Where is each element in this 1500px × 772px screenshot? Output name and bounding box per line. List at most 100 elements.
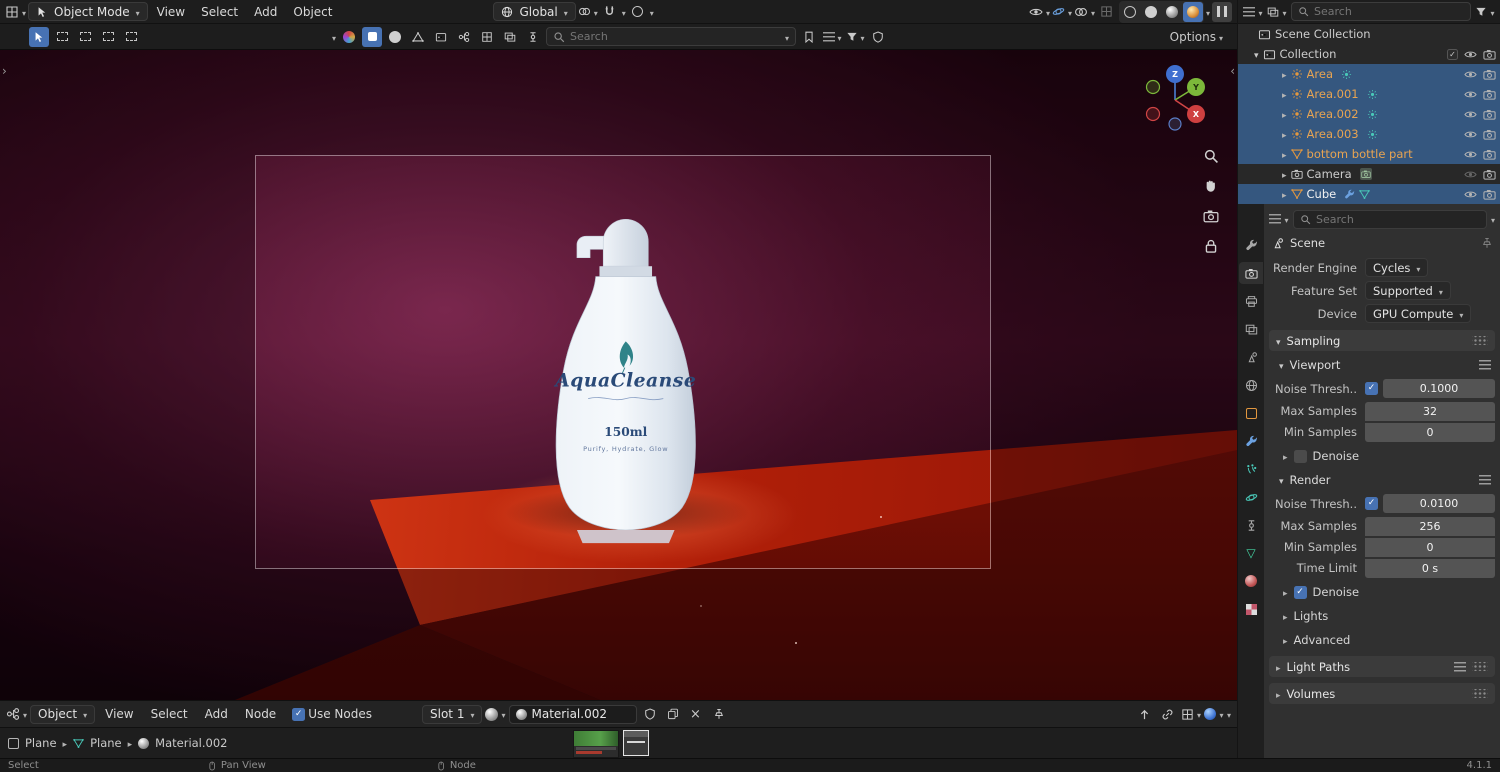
snap-vertex-button[interactable] [408, 27, 428, 47]
select-box-extend-button[interactable] [75, 27, 95, 47]
disable-render-icon[interactable] [1483, 148, 1496, 161]
proportional-settings-chevron[interactable] [650, 5, 654, 19]
select-box-new-button[interactable] [52, 27, 72, 47]
hide-eye-icon[interactable] [1464, 88, 1477, 101]
device-select[interactable]: GPU Compute [1365, 304, 1472, 323]
outliner-search-input[interactable] [1314, 5, 1464, 18]
mesh-data-icon[interactable] [1359, 189, 1370, 200]
object-name[interactable]: Collection [1280, 47, 1337, 61]
search-input[interactable] [570, 30, 780, 43]
disable-render-icon[interactable] [1483, 48, 1496, 61]
tab-material[interactable] [1239, 570, 1263, 592]
shading-settings-chevron[interactable] [1206, 5, 1210, 19]
product-bottle[interactable]: AquaCleanse 150ml Purify, Hydrate, Glow [524, 208, 720, 546]
menu-view[interactable]: View [150, 3, 192, 21]
tab-object[interactable] [1239, 402, 1263, 424]
select-box-subtract-button[interactable] [98, 27, 118, 47]
tab-output[interactable] [1239, 290, 1263, 312]
hide-eye-icon[interactable] [1464, 48, 1477, 61]
texture-slots-button[interactable] [500, 27, 520, 47]
tab-constraints[interactable] [1239, 514, 1263, 536]
menu-object[interactable]: Object [286, 3, 339, 21]
axis-neg-y[interactable] [1145, 79, 1161, 95]
advanced-subpanel-row[interactable]: Advanced [1269, 630, 1495, 650]
light-data-icon[interactable] [1341, 69, 1352, 80]
outliner-row-area-003[interactable]: Area.003 [1238, 124, 1500, 144]
outliner-filter-button[interactable] [1475, 2, 1495, 22]
denoise-checkbox[interactable] [1293, 449, 1307, 463]
hide-eye-icon[interactable] [1464, 108, 1477, 121]
drag-grip-icon[interactable] [1472, 662, 1488, 671]
outliner-row-area-001[interactable]: Area.001 [1238, 84, 1500, 104]
shader-editor-canvas[interactable]: Plane Plane Material.002 [0, 728, 1237, 758]
gizmos-toggle[interactable] [1052, 2, 1072, 22]
shader-node-selected[interactable] [623, 730, 649, 756]
browse-material-button[interactable] [485, 704, 505, 724]
outliner-row-area-002[interactable]: Area.002 [1238, 104, 1500, 124]
mode-icon-button[interactable] [362, 26, 383, 47]
lights-subpanel-row[interactable]: Lights [1269, 606, 1495, 626]
noise-threshold-checkbox[interactable] [1365, 382, 1378, 395]
object-name[interactable]: Area.003 [1307, 127, 1359, 141]
volumes-panel-header[interactable]: Volumes [1269, 683, 1495, 704]
display-mode-button[interactable] [822, 27, 842, 47]
editor-type-button[interactable] [5, 2, 26, 22]
viewport-3d[interactable]: AquaCleanse 150ml Purify, Hydrate, Glow … [0, 50, 1237, 700]
outliner-row-bottom-bottle-part[interactable]: bottom bottle part [1238, 144, 1500, 164]
expand-icon[interactable] [1282, 107, 1287, 121]
duplicate-material-button[interactable] [663, 704, 683, 724]
snap-edge-button[interactable] [431, 27, 451, 47]
unlink-material-button[interactable] [686, 704, 706, 724]
viewport-subpanel-header[interactable]: Viewport [1269, 355, 1495, 375]
outliner-editor-type-button[interactable] [1243, 2, 1263, 22]
menu-select[interactable]: Select [144, 705, 195, 723]
time-limit-field[interactable]: 0 s [1365, 558, 1495, 578]
tab-view-layer[interactable] [1239, 318, 1263, 340]
light-data-icon[interactable] [1367, 109, 1378, 120]
outliner-row-area[interactable]: Area [1238, 64, 1500, 84]
modifier-icon[interactable] [1344, 189, 1355, 200]
menu-view[interactable]: View [98, 705, 140, 723]
collection-checkbox[interactable] [1447, 48, 1458, 60]
max-samples-field[interactable]: 32 [1365, 401, 1495, 421]
hide-eye-icon[interactable] [1464, 128, 1477, 141]
tab-modifiers[interactable] [1239, 430, 1263, 452]
toggle-perspective-button[interactable] [1201, 236, 1221, 256]
camera-view-button[interactable] [1201, 206, 1221, 226]
object-name[interactable]: Area.001 [1307, 87, 1359, 101]
menu-add[interactable]: Add [198, 705, 235, 723]
tab-physics[interactable] [1239, 486, 1263, 508]
object-name[interactable]: Area [1307, 67, 1333, 81]
light-data-icon[interactable] [1367, 129, 1378, 140]
noise-threshold-checkbox[interactable] [1365, 497, 1378, 510]
disable-render-icon[interactable] [1483, 128, 1496, 141]
node-snapping-button[interactable] [1181, 704, 1201, 724]
disable-render-icon[interactable] [1483, 68, 1496, 81]
max-samples-field[interactable]: 256 [1365, 516, 1495, 536]
object-name[interactable]: Cube [1307, 187, 1337, 201]
properties-editor-type-button[interactable] [1269, 209, 1289, 229]
xray-toggle[interactable] [1097, 2, 1117, 22]
overlays-toggle[interactable] [1074, 2, 1095, 22]
disable-render-icon[interactable] [1483, 188, 1496, 201]
tab-particles[interactable] [1239, 458, 1263, 480]
min-samples-field[interactable]: 0 [1365, 537, 1495, 557]
parent-node-tree-button[interactable] [1135, 704, 1155, 724]
menu-node[interactable]: Node [238, 705, 283, 723]
disable-render-icon[interactable] [1483, 108, 1496, 121]
node-overlays-button[interactable] [1204, 704, 1224, 724]
disable-render-icon[interactable] [1483, 168, 1496, 181]
sidebar-expand-arrow[interactable]: ‹ [1230, 64, 1235, 78]
snap-toggle[interactable] [600, 2, 620, 22]
shader-editor-type-button[interactable] [6, 704, 27, 724]
material-slot-select[interactable]: Slot 1 [422, 704, 483, 724]
collapse-icon[interactable] [1254, 47, 1259, 61]
outliner-row-scene-collection[interactable]: Scene Collection [1238, 24, 1500, 44]
object-name[interactable]: bottom bottle part [1307, 147, 1413, 161]
breadcrumb-mesh[interactable]: Plane [90, 736, 122, 750]
light-data-icon[interactable] [1367, 89, 1378, 100]
hide-eye-icon[interactable] [1464, 148, 1477, 161]
object-visibility-button[interactable] [1029, 2, 1050, 22]
expand-icon[interactable] [1282, 67, 1287, 81]
camera-data-icon[interactable] [1359, 168, 1372, 180]
